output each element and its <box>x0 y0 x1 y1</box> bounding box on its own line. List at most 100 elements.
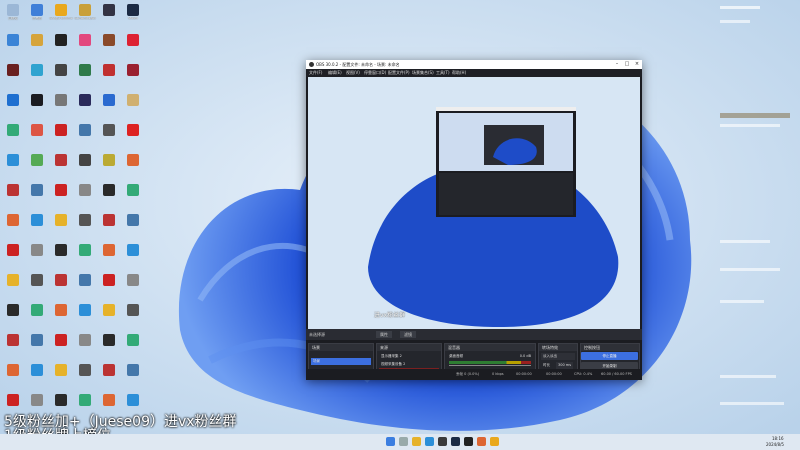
desktop-icon[interactable] <box>2 182 24 212</box>
desktop-icon[interactable] <box>98 302 120 332</box>
desktop-icon[interactable]: 回收站 <box>2 2 24 32</box>
desktop-icon[interactable] <box>122 32 144 62</box>
store-icon[interactable] <box>438 437 447 446</box>
desktop-icon[interactable] <box>98 152 120 182</box>
duration-input[interactable]: 300 ms <box>556 362 574 369</box>
maximize-icon[interactable]: □ <box>622 60 632 69</box>
menu-item[interactable]: 编辑(E) <box>328 69 342 77</box>
app-icon[interactable] <box>477 437 486 446</box>
desktop-icon[interactable] <box>50 302 72 332</box>
desktop-icon[interactable] <box>74 302 96 332</box>
desktop-icon[interactable] <box>26 182 48 212</box>
source-item[interactable]: 显示器采集 2 <box>379 353 439 360</box>
obs-taskbar-icon[interactable] <box>464 437 473 446</box>
desktop-icon[interactable] <box>74 182 96 212</box>
desktop-icon[interactable] <box>50 182 72 212</box>
desktop-icon[interactable] <box>74 212 96 242</box>
desktop-icon[interactable] <box>74 242 96 272</box>
desktop-icon[interactable] <box>122 362 144 392</box>
desktop-icon[interactable] <box>74 62 96 92</box>
desktop-icon[interactable]: Google Chrome <box>49 2 73 32</box>
desktop-icon[interactable] <box>2 32 24 62</box>
desktop-icon[interactable] <box>26 62 48 92</box>
preview-canvas[interactable]: 进vx粉丝群 <box>308 77 640 329</box>
desktop-icon[interactable] <box>74 362 96 392</box>
desktop-icon[interactable] <box>122 122 144 152</box>
desktop-icon[interactable] <box>98 92 120 122</box>
clock-date[interactable]: 2024/8/5 <box>766 442 784 447</box>
menu-item[interactable]: 帮助(H) <box>452 69 466 77</box>
properties-button[interactable]: 属性 <box>376 331 392 338</box>
desktop-icon[interactable] <box>98 122 120 152</box>
minimize-icon[interactable]: – <box>612 60 622 69</box>
desktop-icon[interactable] <box>2 362 24 392</box>
desktop-icon[interactable] <box>26 92 48 122</box>
search-icon[interactable] <box>399 437 408 446</box>
control-button[interactable]: 停止直播 <box>581 352 638 360</box>
desktop-icon[interactable] <box>26 362 48 392</box>
desktop-icon[interactable] <box>50 362 72 392</box>
desktop-icon[interactable] <box>98 332 120 362</box>
desktop-icon[interactable] <box>98 362 120 392</box>
desktop-icon[interactable] <box>122 92 144 122</box>
desktop-icon[interactable] <box>26 152 48 182</box>
desktop-icon[interactable] <box>50 212 72 242</box>
desktop-icon[interactable]: Gardenscapes <box>74 2 96 32</box>
desktop-icon[interactable] <box>98 272 120 302</box>
desktop-icon[interactable] <box>26 212 48 242</box>
desktop-icon[interactable] <box>50 242 72 272</box>
desktop-icon[interactable] <box>2 212 24 242</box>
desktop-icon[interactable] <box>122 242 144 272</box>
desktop-icon[interactable] <box>50 122 72 152</box>
desktop-icon[interactable] <box>74 272 96 302</box>
desktop-icon[interactable]: Steam <box>122 2 144 32</box>
desktop-icon[interactable] <box>74 122 96 152</box>
desktop-icon[interactable] <box>2 302 24 332</box>
menu-item[interactable]: 配置文件(P) <box>388 69 410 77</box>
desktop-icon[interactable] <box>122 272 144 302</box>
desktop-icon[interactable] <box>50 62 72 92</box>
desktop-icon[interactable] <box>74 152 96 182</box>
edge-icon[interactable] <box>425 437 434 446</box>
close-icon[interactable]: × <box>632 60 642 69</box>
title-bar[interactable]: OBS 30.0.2 - 配置文件: 未命名 - 场景: 未命名 – □ × <box>306 60 642 69</box>
desktop-icon[interactable] <box>74 32 96 62</box>
desktop-icon[interactable] <box>26 332 48 362</box>
file-explorer-icon[interactable] <box>412 437 421 446</box>
menu-item[interactable]: 场景集合(S) <box>412 69 434 77</box>
filters-button[interactable]: 滤镜 <box>400 331 416 338</box>
chrome-icon[interactable] <box>490 437 499 446</box>
desktop-icon[interactable] <box>122 182 144 212</box>
desktop-icon[interactable] <box>26 272 48 302</box>
obs-window[interactable]: OBS 30.0.2 - 配置文件: 未命名 - 场景: 未命名 – □ × 文… <box>306 60 642 380</box>
desktop-icon[interactable] <box>50 332 72 362</box>
desktop-icon[interactable] <box>98 32 120 62</box>
desktop-icon[interactable] <box>98 212 120 242</box>
desktop-icon[interactable]: 此电脑 <box>26 2 48 32</box>
menu-item[interactable]: 停靠窗口(D) <box>364 69 386 77</box>
desktop-icon[interactable] <box>2 242 24 272</box>
desktop-icon[interactable] <box>2 272 24 302</box>
clock-time[interactable]: 18:16 <box>772 436 784 441</box>
desktop-icon[interactable] <box>122 62 144 92</box>
source-item[interactable]: 视频采集设备 2 <box>379 361 439 368</box>
menu-item[interactable]: 视图(V) <box>346 69 360 77</box>
desktop-icon[interactable] <box>50 272 72 302</box>
desktop-icon[interactable] <box>122 302 144 332</box>
desktop-icon[interactable] <box>2 152 24 182</box>
desktop-icon[interactable] <box>2 332 24 362</box>
desktop-icon[interactable] <box>50 92 72 122</box>
desktop-icon[interactable] <box>50 32 72 62</box>
desktop-icon[interactable] <box>98 62 120 92</box>
desktop-icon[interactable] <box>26 302 48 332</box>
menu-item[interactable]: 文件(F) <box>309 69 322 77</box>
desktop-icon[interactable] <box>98 182 120 212</box>
desktop-icon[interactable] <box>74 332 96 362</box>
volume-slider[interactable] <box>449 365 531 366</box>
desktop-icon[interactable] <box>26 242 48 272</box>
desktop-icon[interactable] <box>122 332 144 362</box>
start-icon[interactable] <box>386 437 395 446</box>
desktop-icon[interactable] <box>2 122 24 152</box>
desktop-icon[interactable] <box>50 152 72 182</box>
steam-icon[interactable] <box>451 437 460 446</box>
